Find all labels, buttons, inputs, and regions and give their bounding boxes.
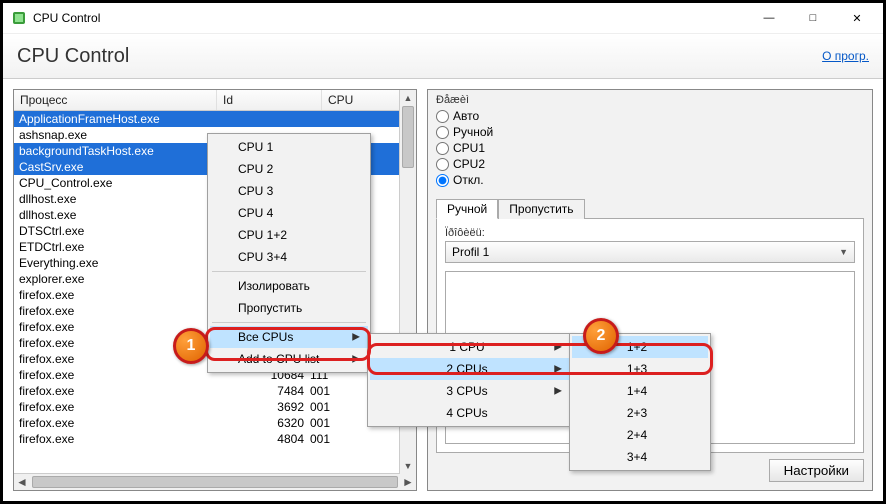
scroll-left-icon[interactable]: ◄ [14,475,30,489]
app-icon [11,10,27,26]
menu-separator [212,322,366,323]
cell-process: firefox.exe [15,288,214,302]
cell-process: explorer.exe [15,272,214,286]
body: Процесс Id CPU ApplicationFrameHost.exe a… [3,79,883,501]
mode-group-label: Đåæèì [436,94,864,106]
scroll-down-icon[interactable]: ▼ [404,458,413,474]
cell-process: firefox.exe [15,384,214,398]
tab-skip[interactable]: Пропустить [498,199,584,219]
table-row[interactable]: firefox.exe6320001 [14,415,416,431]
chevron-right-icon: ▶ [554,364,562,375]
hscroll-thumb[interactable] [32,476,398,488]
tab-manual[interactable]: Ручной [436,199,498,219]
cell-process: Everything.exe [15,256,214,270]
cell-process: backgroundTaskHost.exe [15,144,214,158]
annotation-badge-2: 2 [583,318,619,354]
menu-separator [212,271,366,272]
menu-all-cpus[interactable]: Все CPUs ▶ [210,326,368,348]
submenu-4cpus[interactable]: 4 CPUs [370,402,570,424]
maximize-button[interactable]: □ [791,4,835,32]
window-title: CPU Control [33,11,100,25]
pair-2-3[interactable]: 2+3 [572,402,708,424]
about-link[interactable]: О прогр. [822,49,869,63]
chevron-right-icon: ▶ [352,332,360,343]
cell-process: CPU_Control.exe [15,176,214,190]
chevron-right-icon: ▶ [352,354,360,365]
submenu-2cpus[interactable]: 2 CPUs▶ [370,358,570,380]
table-header: Процесс Id CPU [14,90,416,111]
cell-process: firefox.exe [15,416,214,430]
cell-process: firefox.exe [15,400,214,414]
close-button[interactable]: ✕ [835,4,879,32]
menu-cpu2[interactable]: CPU 2 [210,158,368,180]
settings-button[interactable]: Настройки [769,459,864,482]
scroll-thumb[interactable] [402,106,414,168]
menu-cpu34[interactable]: CPU 3+4 [210,246,368,268]
cell-process: ashsnap.exe [15,128,214,142]
chevron-right-icon: ▶ [554,386,562,397]
titlebar: CPU Control — □ ✕ [3,3,883,34]
table-row[interactable]: firefox.exe7484001 [14,383,416,399]
col-process[interactable]: Процесс [14,90,217,110]
scroll-right-icon[interactable]: ► [400,475,416,489]
radio-off[interactable]: Откл. [436,172,864,188]
cell-process: firefox.exe [15,368,214,382]
cell-process: firefox.exe [15,432,214,446]
profile-value: Profil 1 [452,245,489,259]
menu-isolate[interactable]: Изолировать [210,275,368,297]
radio-manual[interactable]: Ручной [436,124,864,140]
submenu-cpu-count: 1 CPU▶ 2 CPUs▶ 3 CPUs▶ 4 CPUs [367,333,573,427]
menu-add-to-list[interactable]: Add to CPU list ▶ [210,348,368,370]
app-window: CPU Control — □ ✕ CPU Control О прогр. П… [0,0,886,504]
chevron-down-icon: ▼ [839,247,848,257]
profile-label: Ïðîôèëü: [445,227,855,239]
cell-process: firefox.exe [15,304,214,318]
cell-process: ApplicationFrameHost.exe [15,112,214,126]
cell-process: DTSCtrl.exe [15,224,214,238]
menu-cpu1[interactable]: CPU 1 [210,136,368,158]
radio-cpu1[interactable]: CPU1 [436,140,864,156]
cell-id: 4804 [214,432,310,446]
submenu-cpu-pairs: 1+2 1+3 1+4 2+3 2+4 3+4 [569,333,711,471]
pair-1-3[interactable]: 1+3 [572,358,708,380]
context-menu: CPU 1 CPU 2 CPU 3 CPU 4 CPU 1+2 CPU 3+4 … [207,133,371,373]
cell-process: CastSrv.exe [15,160,214,174]
submenu-3cpus[interactable]: 3 CPUs▶ [370,380,570,402]
radio-auto[interactable]: Авто [436,108,864,124]
menu-cpu4[interactable]: CPU 4 [210,202,368,224]
cell-id: 3692 [214,400,310,414]
annotation-badge-1: 1 [173,328,209,364]
profile-select[interactable]: Profil 1 ▼ [445,241,855,263]
menu-cpu12[interactable]: CPU 1+2 [210,224,368,246]
table-row[interactable]: ApplicationFrameHost.exe [14,111,416,127]
cell-id: 7484 [214,384,310,398]
tabs: Ручной Пропустить [436,198,864,218]
header: CPU Control О прогр. [3,34,883,79]
horizontal-scrollbar[interactable]: ◄ ► [14,473,416,490]
pair-3-4[interactable]: 3+4 [572,446,708,468]
pair-2-4[interactable]: 2+4 [572,424,708,446]
cell-process: dllhost.exe [15,208,214,222]
cell-process: dllhost.exe [15,192,214,206]
scroll-up-icon[interactable]: ▲ [404,90,413,106]
radio-cpu2[interactable]: CPU2 [436,156,864,172]
cell-process: ETDCtrl.exe [15,240,214,254]
table-row[interactable]: firefox.exe4804001 [14,431,416,447]
col-id[interactable]: Id [217,90,322,110]
pair-1-4[interactable]: 1+4 [572,380,708,402]
minimize-button[interactable]: — [747,4,791,32]
cell-id: 6320 [214,416,310,430]
header-title: CPU Control [17,45,822,68]
menu-skip[interactable]: Пропустить [210,297,368,319]
table-row[interactable]: firefox.exe3692001 [14,399,416,415]
chevron-right-icon: ▶ [554,342,562,353]
submenu-1cpu[interactable]: 1 CPU▶ [370,336,570,358]
menu-cpu3[interactable]: CPU 3 [210,180,368,202]
